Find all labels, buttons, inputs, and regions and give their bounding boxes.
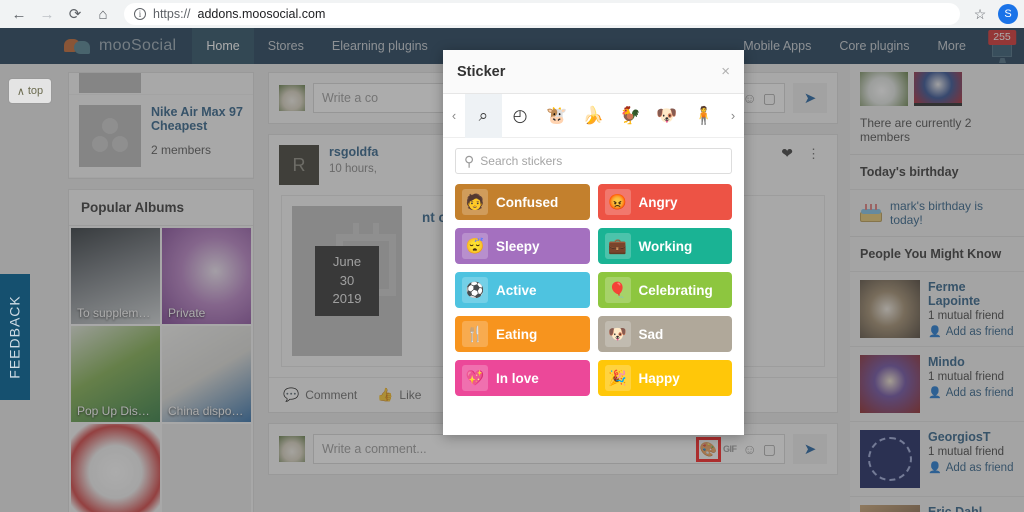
forward-arrow-icon[interactable]: → (34, 1, 60, 27)
search-tab[interactable]: ⌕ (465, 93, 502, 138)
sticker-category-grid: 🧑 Confused 😡 Angry 😴 Sleepy 💼 Working ⚽ … (443, 180, 744, 408)
category-label: Happy (638, 370, 680, 386)
sticker-category-sad[interactable]: 🐶 Sad (597, 316, 732, 352)
feedback-tab[interactable]: FEEDBACK (0, 274, 30, 400)
sticker-category-happy[interactable]: 🎉 Happy (597, 360, 732, 396)
active-icon: ⚽ (462, 277, 488, 303)
search-icon: ⌕ (478, 106, 489, 125)
clock-icon: ◴ (512, 106, 528, 125)
chicken-icon: 🐓 (619, 106, 641, 125)
home-icon[interactable]: ⌂ (90, 1, 116, 27)
angry-icon: 😡 (604, 189, 631, 215)
pack-extra-tab[interactable]: 🧍 (685, 94, 722, 138)
sticker-category-celebrating[interactable]: 🎈 Celebrating (597, 272, 732, 308)
feedback-label: FEEDBACK (7, 295, 23, 379)
scroll-to-top-button[interactable]: ∧ top (8, 78, 52, 104)
sticker-search-wrap: ⚲ Search stickers (443, 138, 744, 180)
category-label: Celebrating (638, 282, 713, 298)
scroll-to-top-label: top (27, 85, 44, 97)
sticker-search-input[interactable]: ⚲ Search stickers (455, 148, 732, 174)
browser-toolbar: ← → ⟳ ⌂ i https:// addons.moosocial.com ☆… (0, 0, 1024, 28)
happy-icon: 🎉 (604, 365, 631, 391)
sad-icon: 🐶 (604, 321, 631, 347)
pack-dog-tab[interactable]: 🐶 (649, 94, 686, 138)
dog-icon: 🐶 (656, 106, 678, 125)
next-pack-button[interactable]: › (722, 108, 744, 123)
chevron-up-icon: ∧ (16, 85, 25, 98)
cow-icon: 🐮 (546, 106, 568, 125)
sticker-modal-title: Sticker (457, 63, 506, 80)
category-label: Confused (496, 194, 559, 210)
sticker-modal: Sticker × ‹ ⌕ ◴ 🐮 🍌 🐓 🐶 🧍 › ⚲ Search sti… (443, 50, 744, 435)
pack-cow-tab[interactable]: 🐮 (538, 94, 575, 138)
sticker-category-angry[interactable]: 😡 Angry (597, 184, 732, 220)
pack-chicken-tab[interactable]: 🐓 (612, 94, 649, 138)
sticker-category-confused[interactable]: 🧑 Confused (455, 184, 590, 220)
sticker-pack-tabs: ‹ ⌕ ◴ 🐮 🍌 🐓 🐶 🧍 › (443, 93, 744, 138)
confused-icon: 🧑 (462, 189, 488, 215)
pack-banana-tab[interactable]: 🍌 (575, 94, 612, 138)
in-love-icon: 💖 (462, 365, 488, 391)
working-icon: 💼 (604, 233, 631, 259)
category-label: Sleepy (496, 238, 540, 254)
banana-icon: 🍌 (582, 106, 605, 125)
url-host: addons.moosocial.com (197, 7, 326, 21)
category-label: Working (638, 238, 693, 254)
reload-icon[interactable]: ⟳ (62, 1, 88, 27)
recent-tab[interactable]: ◴ (502, 94, 539, 138)
search-icon: ⚲ (464, 152, 475, 169)
sticker-category-eating[interactable]: 🍴 Eating (455, 316, 590, 352)
sticker-category-active[interactable]: ⚽ Active (455, 272, 590, 308)
celebrating-icon: 🎈 (604, 277, 631, 303)
category-label: Eating (496, 326, 538, 342)
category-label: Sad (638, 326, 664, 342)
person-icon: 🧍 (693, 106, 715, 125)
bookmark-star-icon[interactable]: ☆ (968, 2, 992, 26)
sticker-search-placeholder: Search stickers (480, 154, 563, 168)
page-root: mooSocial Home Stores Elearning plugins … (0, 28, 1024, 512)
sticker-category-in-love[interactable]: 💖 In love (455, 360, 590, 396)
sleepy-icon: 😴 (462, 233, 488, 259)
avatar[interactable]: S (998, 4, 1018, 24)
back-arrow-icon[interactable]: ← (6, 1, 32, 27)
address-bar[interactable]: i https:// addons.moosocial.com (124, 3, 960, 25)
close-icon[interactable]: × (721, 63, 730, 80)
sticker-category-working[interactable]: 💼 Working (597, 228, 732, 264)
sticker-category-sleepy[interactable]: 😴 Sleepy (455, 228, 590, 264)
url-scheme: https:// (153, 7, 191, 21)
site-info-icon[interactable]: i (134, 8, 146, 20)
category-label: In love (496, 370, 539, 386)
category-label: Active (496, 282, 537, 298)
sticker-modal-header: Sticker × (443, 50, 744, 94)
category-label: Angry (638, 194, 678, 210)
eating-icon: 🍴 (462, 321, 488, 347)
prev-pack-button[interactable]: ‹ (443, 108, 465, 123)
